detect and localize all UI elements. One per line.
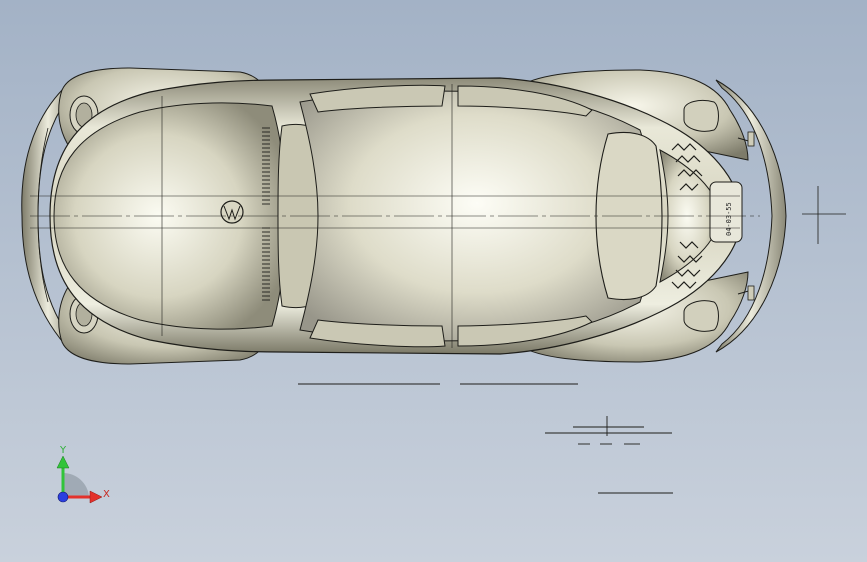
- triad-y-arrow: [56, 455, 70, 469]
- triad-z-axis: [57, 491, 69, 503]
- license-plate: 04-03-55: [709, 181, 743, 243]
- triad-arc: [63, 472, 89, 497]
- model-view-canvas[interactable]: 04-03-55 Y X: [0, 0, 867, 562]
- headlight-top: [683, 99, 719, 132]
- license-plate-text: 04-03-55: [725, 202, 733, 236]
- triad-x-arrow: [89, 490, 103, 504]
- triad-x-label: X: [103, 489, 110, 500]
- view-orientation-triad[interactable]: Y X: [56, 445, 110, 504]
- graphics-viewport[interactable]: 04-03-55 Y X: [0, 0, 867, 562]
- vw-emblem: [220, 200, 244, 224]
- sketch-lines: [298, 383, 673, 494]
- sketch-origin-marker[interactable]: [802, 186, 846, 244]
- triad-y-label: Y: [59, 445, 67, 456]
- headlight-bottom: [683, 300, 719, 332]
